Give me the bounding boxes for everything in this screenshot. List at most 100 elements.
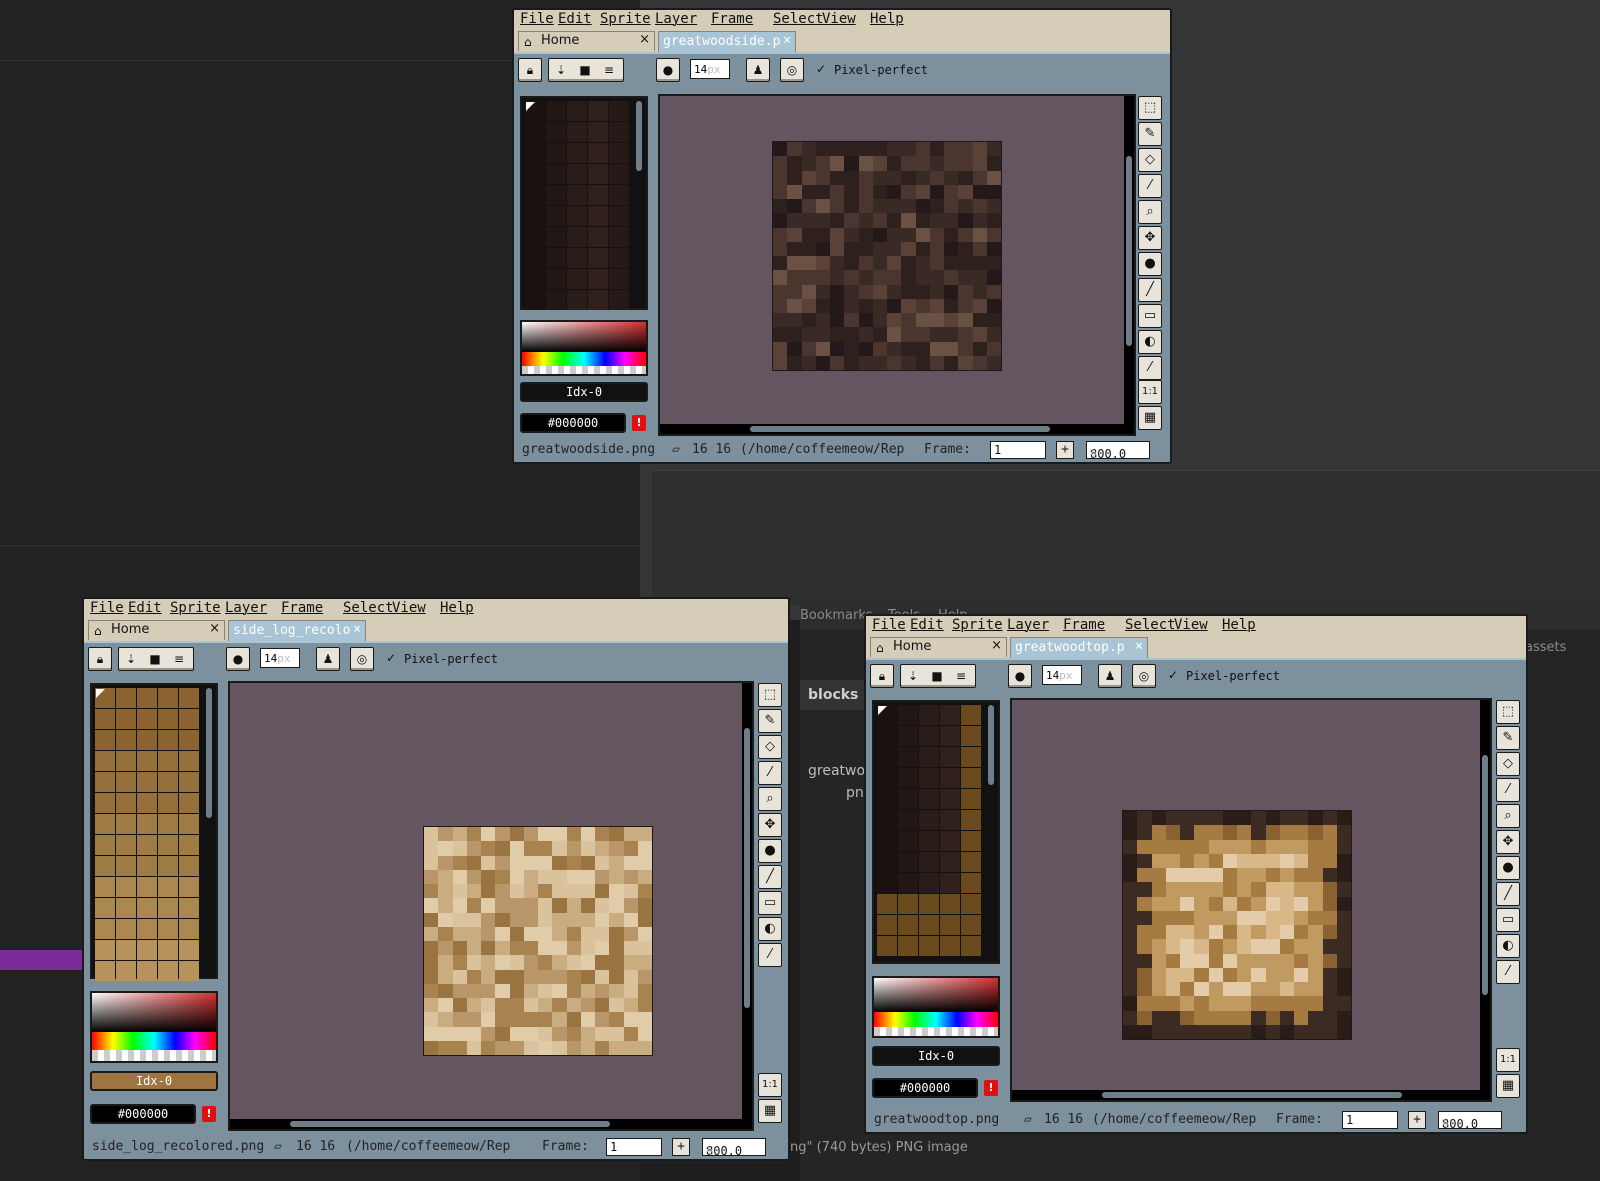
palette-swatch[interactable] — [567, 248, 587, 268]
aseprite-window-side[interactable]: File Edit Sprite Layer Frame Select View Help ⌂… — [512, 8, 1172, 464]
add-frame-button[interactable]: + — [672, 1138, 690, 1156]
palette-swatch[interactable] — [546, 101, 566, 121]
palette-swatch[interactable] — [588, 206, 608, 226]
menu-edit[interactable]: Edit — [558, 11, 592, 27]
foreground-color-button[interactable]: #000000 — [520, 413, 626, 433]
menu-sprite[interactable]: Sprite — [952, 617, 1003, 633]
palette-swatch[interactable] — [961, 915, 981, 935]
spectrum-alpha[interactable] — [522, 365, 646, 374]
menu-help[interactable]: Help — [1222, 617, 1256, 633]
palette-swatch[interactable] — [898, 936, 918, 956]
palette-swatch[interactable] — [546, 206, 566, 226]
palette-swatch[interactable] — [961, 726, 981, 746]
eyedropper-icon[interactable]: ⁄ — [1496, 778, 1520, 802]
palette-swatch[interactable] — [940, 894, 960, 914]
background-menu-bookmarks[interactable]: Bookmarks — [800, 608, 873, 623]
palette-swatch[interactable] — [877, 894, 897, 914]
editor-horizontal-scrollbar[interactable] — [1012, 1090, 1490, 1100]
palette-swatch[interactable] — [877, 747, 897, 767]
dynamics-icon[interactable]: ◎ — [780, 58, 804, 82]
palette-swatch[interactable] — [898, 852, 918, 872]
color-spectrum[interactable] — [90, 991, 218, 1063]
menu-frame[interactable]: Frame — [281, 600, 323, 616]
palette-swatch[interactable] — [137, 877, 157, 897]
menu-file[interactable]: File — [872, 617, 906, 633]
palette-swatch[interactable] — [919, 705, 939, 725]
lock-icon[interactable]: 🔒︎ — [870, 664, 894, 688]
palette-swatch[interactable] — [567, 227, 587, 247]
palette-swatch[interactable] — [588, 122, 608, 142]
paint-bucket-icon[interactable]: ● — [758, 839, 782, 863]
palette-swatch[interactable] — [546, 122, 566, 142]
palette-index-button[interactable]: Idx-0 — [90, 1071, 218, 1091]
stop-icon[interactable]: ■ — [573, 59, 597, 81]
warning-icon[interactable]: ! — [632, 415, 646, 431]
palette-swatch[interactable] — [919, 852, 939, 872]
move-icon[interactable]: ✥ — [1138, 226, 1162, 250]
palette-swatch[interactable] — [919, 747, 939, 767]
palette-swatch[interactable] — [158, 688, 178, 708]
palette-swatch[interactable] — [525, 164, 545, 184]
spectrum-alpha[interactable] — [874, 1026, 998, 1036]
palette-swatch[interactable] — [525, 269, 545, 289]
menu-icon[interactable]: ≡ — [949, 665, 973, 687]
palette-swatch[interactable] — [919, 894, 939, 914]
palette-swatch[interactable] — [898, 726, 918, 746]
palette-swatch[interactable] — [877, 831, 897, 851]
aseprite-window-top[interactable]: File Edit Sprite Layer Frame Select View Help ⌂… — [864, 614, 1528, 1134]
palette-swatch[interactable] — [95, 772, 115, 792]
palette-swatch[interactable] — [898, 705, 918, 725]
palette-swatch[interactable] — [179, 772, 199, 792]
palette-swatch[interactable] — [116, 814, 136, 834]
menu-file[interactable]: File — [520, 11, 554, 27]
palette-swatch[interactable] — [116, 835, 136, 855]
palette-swatch[interactable] — [546, 248, 566, 268]
blur-icon[interactable]: ◐ — [758, 917, 782, 941]
blur-icon[interactable]: ◐ — [1496, 934, 1520, 958]
palette-swatch[interactable] — [95, 940, 115, 960]
brush-size-input[interactable]: 14px — [1042, 665, 1082, 685]
sort-icon[interactable]: ⇣ — [901, 665, 925, 687]
close-icon[interactable]: × — [783, 33, 791, 48]
palette-swatch[interactable] — [179, 688, 199, 708]
palette-swatch[interactable] — [609, 248, 629, 268]
palette-swatch[interactable] — [588, 227, 608, 247]
menu-help[interactable]: Help — [870, 11, 904, 27]
marquee-icon[interactable]: ⬚ — [1496, 700, 1520, 724]
palette-swatch[interactable] — [179, 835, 199, 855]
sort-icon[interactable]: ⇣ — [119, 648, 143, 670]
tab-document[interactable]: greatwoodside.p × — [658, 31, 796, 52]
pencil-icon[interactable]: ✎ — [1496, 726, 1520, 750]
spectrum-alpha[interactable] — [92, 1050, 216, 1061]
palette-swatch[interactable] — [898, 789, 918, 809]
palette-swatch[interactable] — [877, 726, 897, 746]
palette-index-button[interactable]: Idx-0 — [872, 1046, 1000, 1066]
stop-icon[interactable]: ■ — [143, 648, 167, 670]
palette-swatch[interactable] — [919, 810, 939, 830]
palette-swatch[interactable] — [609, 143, 629, 163]
palette-swatch[interactable] — [609, 185, 629, 205]
palette-swatch[interactable] — [877, 852, 897, 872]
palette-swatch[interactable] — [525, 290, 545, 310]
palette-swatch[interactable] — [158, 814, 178, 834]
palette-swatch[interactable] — [158, 772, 178, 792]
palette-swatch[interactable] — [919, 831, 939, 851]
palette-swatch[interactable] — [95, 877, 115, 897]
palette-swatch[interactable] — [137, 814, 157, 834]
line-icon[interactable]: ╱ — [1138, 278, 1162, 302]
palette-swatch[interactable] — [137, 709, 157, 729]
palette-swatch[interactable] — [116, 751, 136, 771]
palette-swatch[interactable] — [609, 101, 629, 121]
palette-swatch[interactable] — [588, 185, 608, 205]
palette-swatch[interactable] — [137, 688, 157, 708]
palette-swatch[interactable] — [179, 940, 199, 960]
color-spectrum[interactable] — [520, 320, 648, 376]
palette-swatch[interactable] — [567, 143, 587, 163]
background-section-blocks[interactable]: blocks — [800, 680, 873, 710]
palette-swatch[interactable] — [898, 831, 918, 851]
palette-swatch[interactable] — [961, 768, 981, 788]
pixel-perfect-checkbox[interactable]: ✓ — [816, 62, 826, 76]
pencil-icon[interactable]: ✎ — [1138, 122, 1162, 146]
palette-swatch[interactable] — [940, 705, 960, 725]
editor-horizontal-scrollbar[interactable] — [230, 1119, 752, 1129]
